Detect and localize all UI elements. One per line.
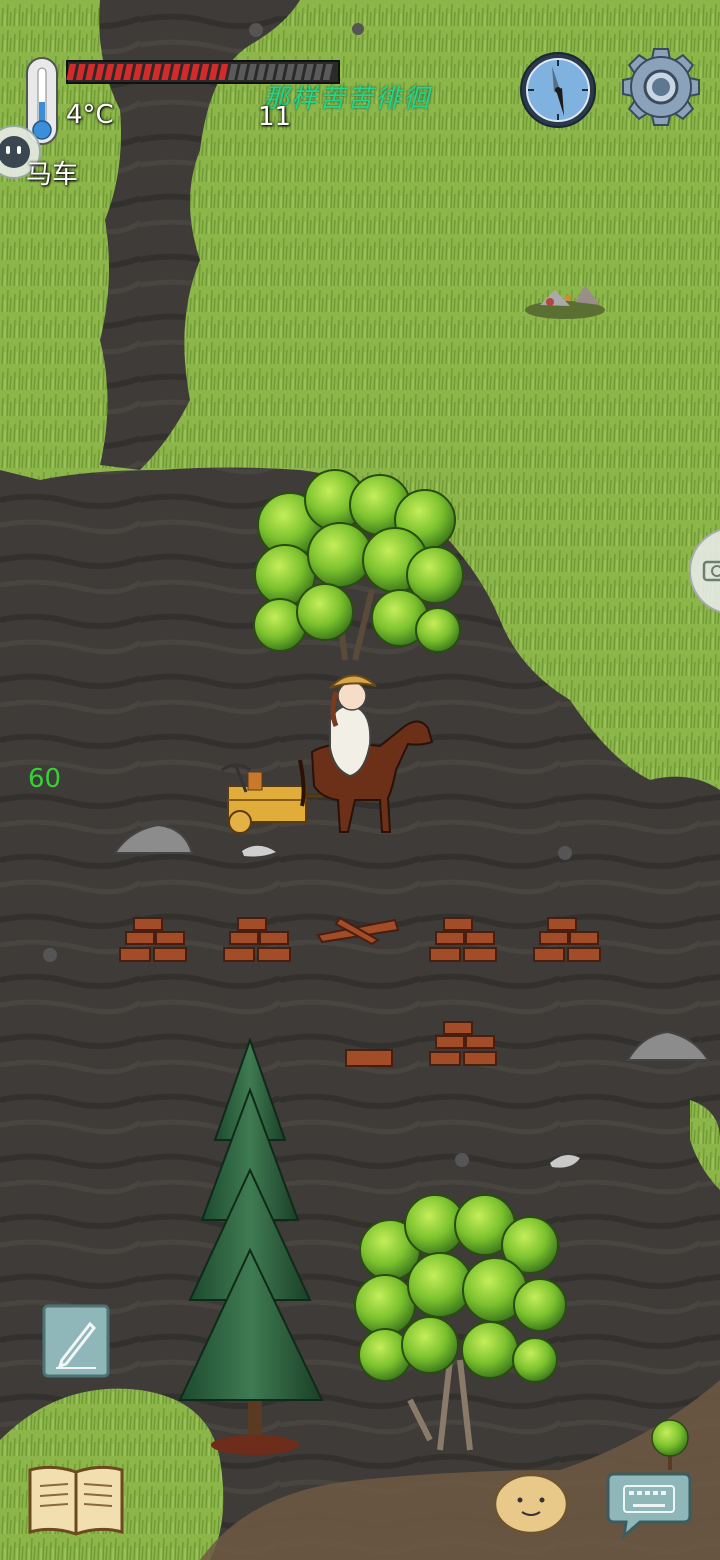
open-book-icon[interactable] [26,1462,126,1538]
pencil-note-icon[interactable] [42,1304,110,1378]
fps-counter: 60 [28,764,62,794]
gear-icon[interactable] [620,46,702,128]
keyboard-icon[interactable] [606,1468,692,1540]
temperature-readout: 4°C [66,100,114,130]
camera-icon[interactable] [690,528,720,614]
compass-icon[interactable] [518,50,598,130]
player-age: 11 [258,102,292,132]
potato-face-icon[interactable] [492,1470,570,1536]
vehicle-label: 马车 [26,160,79,190]
game-viewport[interactable]: 4°C 那样苦苦徘徊 11 马车 60 [0,0,720,1560]
